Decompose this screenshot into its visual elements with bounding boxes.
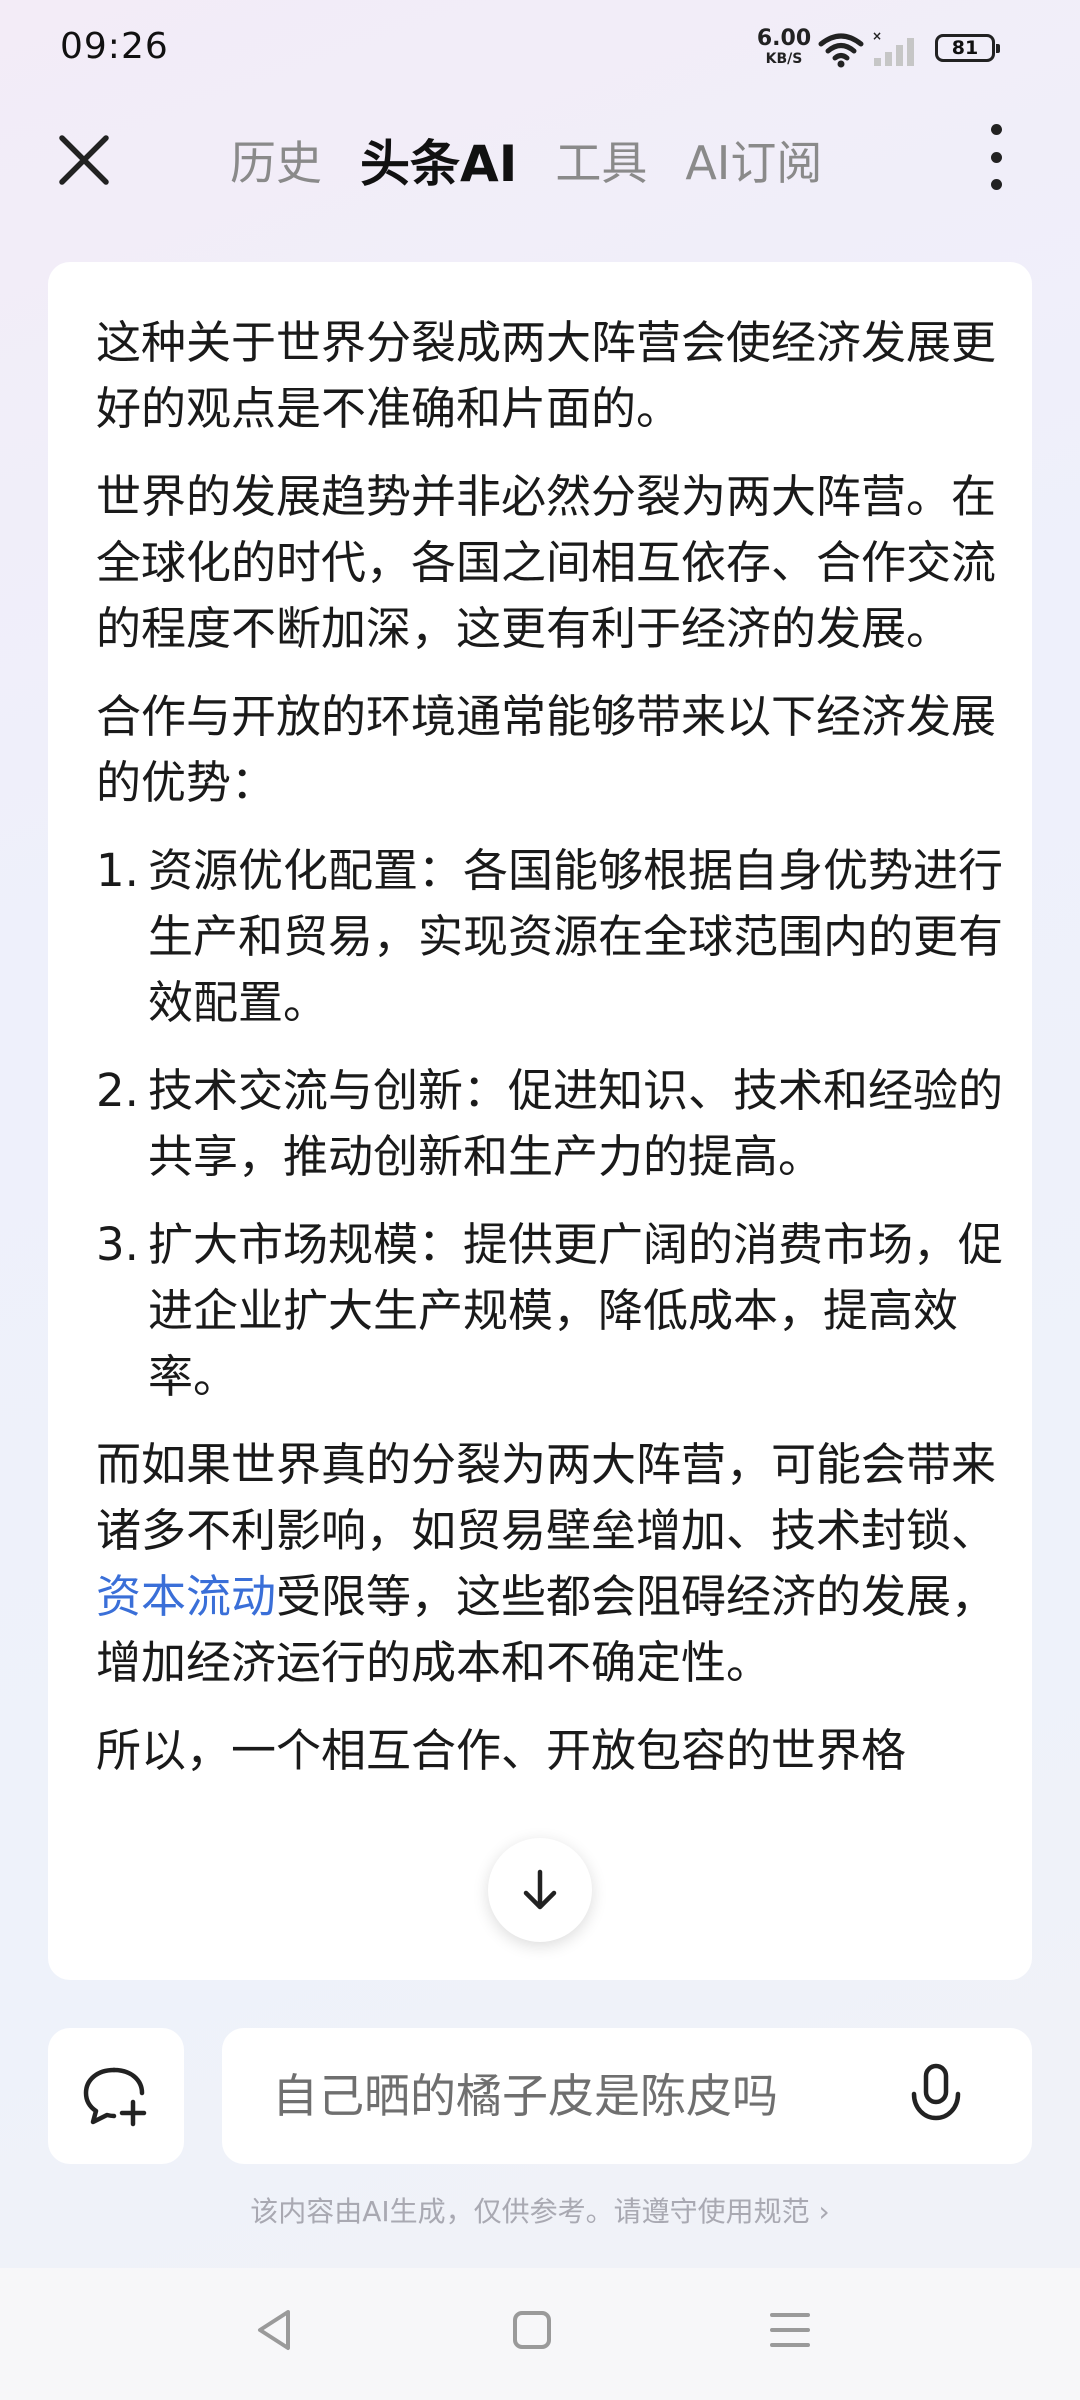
more-button[interactable] (976, 124, 1016, 190)
battery-level: 81 (951, 37, 979, 59)
tab-tools[interactable]: 工具 (555, 127, 647, 193)
list-text: 资源优化配置：各国能够根据自身优势进行生产和贸易，实现资源在全球范围内的更有效配… (148, 844, 1004, 1029)
voice-input-button[interactable] (898, 2058, 974, 2134)
list-item: 1. 资源优化配置：各国能够根据自身优势进行生产和贸易，实现资源在全球范围内的更… (96, 838, 1014, 1036)
network-speed: 6.00 KB/S (756, 26, 812, 67)
tab-toutiao-ai[interactable]: 头条AI (360, 124, 517, 196)
svg-text:×: × (872, 30, 882, 43)
status-time: 09:26 (60, 26, 169, 67)
list-text: 技术交流与创新：促进知识、技术和经验的共享，推动创新和生产力的提高。 (148, 1064, 1004, 1183)
answer-content: 这种关于世界分裂成两大阵营会使经济发展更好的观点是不准确和片面的。 世界的发展趋… (96, 310, 1014, 1806)
answer-paragraph: 这种关于世界分裂成两大阵营会使经济发展更好的观点是不准确和片面的。 (96, 316, 997, 435)
tab-bar: 历史 头条AI 工具 AI订阅 (230, 124, 860, 196)
wifi-icon (818, 33, 864, 68)
new-chat-button[interactable] (48, 2028, 184, 2164)
list-item: 2. 技术交流与创新：促进知识、技术和经验的共享，推动创新和生产力的提高。 (96, 1058, 1014, 1190)
list-item: 3. 扩大市场规模：提供更广阔的消费市场，促进企业扩大生产规模，降低成本，提高效… (96, 1212, 1014, 1410)
ai-disclaimer[interactable]: 该内容由AI生成，仅供参考。请遵守使用规范 › (0, 2190, 1080, 2230)
list-text: 扩大市场规模：提供更广阔的消费市场，促进企业扩大生产规模，降低成本，提高效率。 (148, 1218, 1004, 1403)
new-chat-icon (83, 2067, 147, 2127)
list-number: 1. (96, 844, 139, 897)
scroll-to-bottom-button[interactable] (488, 1838, 592, 1942)
back-icon[interactable] (252, 2306, 296, 2354)
system-nav-bar (0, 2268, 1080, 2400)
arrow-down-icon (523, 1869, 557, 1910)
more-icon-dot (990, 124, 1002, 135)
network-speed-value: 6.00 (756, 26, 812, 51)
list-number: 3. (96, 1218, 139, 1271)
mic-icon (911, 2063, 961, 2121)
battery-icon: 81 (935, 34, 1000, 62)
close-button[interactable] (52, 128, 116, 192)
signal-icon: × (872, 30, 914, 66)
more-icon-dot (990, 179, 1002, 190)
answer-paragraph: 合作与开放的环境通常能够带来以下经济发展的优势： (96, 690, 997, 809)
tab-history[interactable]: 历史 (230, 127, 322, 193)
status-bar: 09:26 6.00 KB/S × 81 (0, 0, 1080, 100)
home-icon[interactable] (510, 2308, 554, 2352)
list-number: 2. (96, 1064, 139, 1117)
close-icon (59, 135, 109, 185)
paragraph-text: 而如果世界真的分裂为两大阵营，可能会带来诸多不利影响，如贸易壁垒增加、技术封锁、 (96, 1438, 997, 1557)
capital-flow-link[interactable]: 资本流动 (96, 1570, 276, 1623)
answer-paragraph: 而如果世界真的分裂为两大阵营，可能会带来诸多不利影响，如贸易壁垒增加、技术封锁、… (96, 1432, 1014, 1696)
chat-input-placeholder[interactable]: 自己晒的橘子皮是陈皮吗 (272, 2028, 778, 2164)
top-nav: 历史 头条AI 工具 AI订阅 (0, 110, 1080, 200)
tab-ai-subscription[interactable]: AI订阅 (685, 127, 822, 193)
more-icon-dot (990, 151, 1002, 163)
answer-paragraph: 所以，一个相互合作、开放包容的世界格 (96, 1724, 907, 1777)
recent-icon[interactable] (768, 2310, 812, 2350)
network-speed-unit: KB/S (765, 51, 803, 67)
answer-list: 1. 资源优化配置：各国能够根据自身优势进行生产和贸易，实现资源在全球范围内的更… (96, 838, 1014, 1410)
chat-input[interactable]: 自己晒的橘子皮是陈皮吗 (222, 2028, 1032, 2164)
answer-paragraph: 世界的发展趋势并非必然分裂为两大阵营。在全球化的时代，各国之间相互依存、合作交流… (96, 470, 997, 655)
answer-card[interactable]: 这种关于世界分裂成两大阵营会使经济发展更好的观点是不准确和片面的。 世界的发展趋… (48, 262, 1032, 1980)
